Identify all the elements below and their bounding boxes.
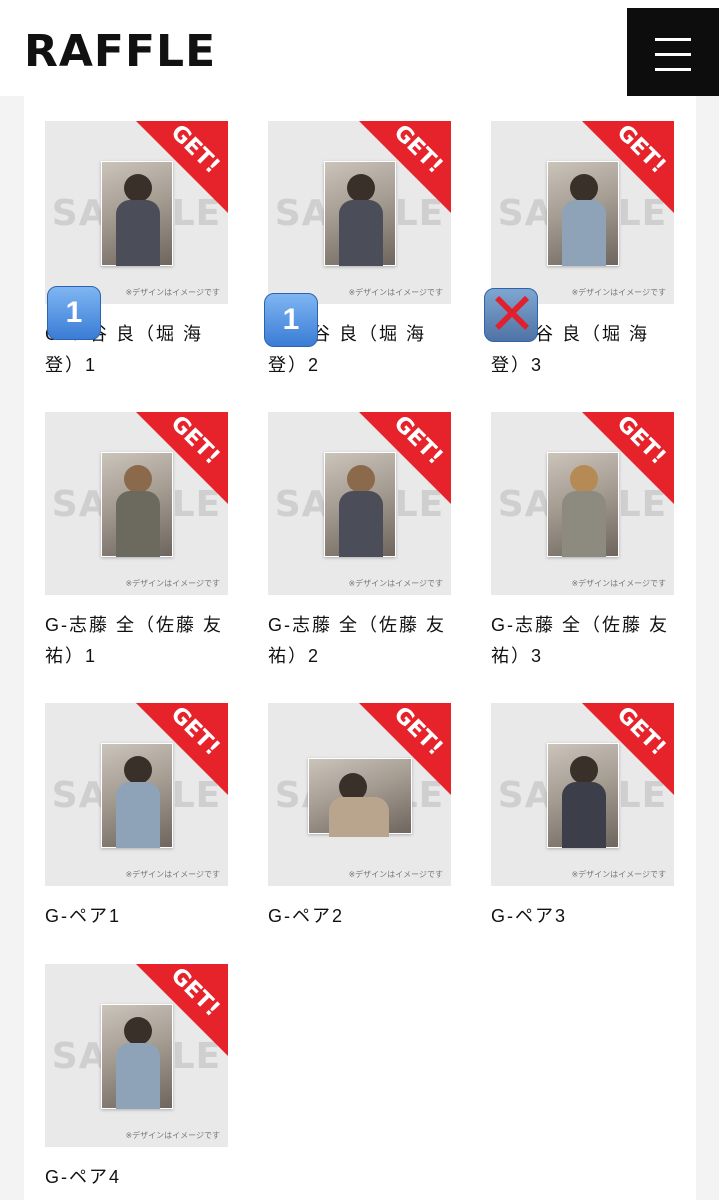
design-note: ※デザインはイメージです xyxy=(348,579,443,588)
design-note: ※デザインはイメージです xyxy=(348,870,443,879)
item-label: G-ペア3 xyxy=(491,906,568,926)
item-grid: SAMPLE ※デザインはイメージです GET! G-ソ谷 良（堀 海登）1 S… xyxy=(24,96,696,1200)
cross-mark: ✕ xyxy=(487,282,537,347)
item-card[interactable]: SAMPLE ※デザインはイメージです GET! G-ソ谷 良（堀 海登）1 xyxy=(45,121,228,381)
keycap-1-icon: 1 xyxy=(264,293,318,347)
hamburger-line xyxy=(655,53,691,56)
item-thumbnail[interactable]: SAMPLE ※デザインはイメージです GET! xyxy=(268,703,451,886)
hamburger-line xyxy=(655,68,691,71)
item-thumbnail[interactable]: SAMPLE ※デザインはイメージです GET! xyxy=(45,412,228,595)
hamburger-menu-icon xyxy=(655,38,691,41)
item-label: G-志藤 全（佐藤 友祐）3 xyxy=(491,615,669,666)
item-thumbnail[interactable]: SAMPLE ※デザインはイメージです GET! xyxy=(491,412,674,595)
item-card[interactable]: SAMPLE ※デザインはイメージです GET! G-ペア4 xyxy=(45,964,228,1193)
badge-number: 1 xyxy=(65,296,83,329)
keycap-1-icon: 1 xyxy=(47,286,101,340)
item-card[interactable]: SAMPLE ※デザインはイメージです GET! G-志藤 全（佐藤 友祐）3 xyxy=(491,412,674,672)
cross-mark-icon: ✕ xyxy=(484,283,538,347)
raffle-logo[interactable]: RAFFLE xyxy=(24,28,216,76)
item-card[interactable]: SAMPLE ※デザインはイメージです GET! G-志藤 全（佐藤 友祐）2 xyxy=(268,412,451,672)
hamburger-menu-button[interactable] xyxy=(627,8,719,96)
item-label: G-ペア4 xyxy=(45,1167,122,1187)
item-card[interactable]: SAMPLE ※デザインはイメージです GET! G-ペア2 xyxy=(268,703,451,932)
item-card[interactable]: SAMPLE ※デザインはイメージです GET! G-ペア3 xyxy=(491,703,674,932)
item-label: G-ペア2 xyxy=(268,906,345,926)
design-note: ※デザインはイメージです xyxy=(571,579,666,588)
item-label: G-志藤 全（佐藤 友祐）2 xyxy=(268,615,446,666)
item-thumbnail[interactable]: SAMPLE ※デザインはイメージです GET! xyxy=(45,121,228,304)
site-header: RAFFLE xyxy=(0,0,719,96)
item-label: G-ペア1 xyxy=(45,906,122,926)
design-note: ※デザインはイメージです xyxy=(571,870,666,879)
design-note: ※デザインはイメージです xyxy=(125,870,220,879)
item-thumbnail[interactable]: SAMPLE ※デザインはイメージです GET! xyxy=(45,703,228,886)
design-note: ※デザインはイメージです xyxy=(125,579,220,588)
item-card[interactable]: SAMPLE ※デザインはイメージです GET! G-志藤 全（佐藤 友祐）1 xyxy=(45,412,228,672)
item-thumbnail[interactable]: SAMPLE ※デザインはイメージです GET! xyxy=(268,412,451,595)
item-thumbnail[interactable]: SAMPLE ※デザインはイメージです GET! xyxy=(45,964,228,1147)
item-thumbnail[interactable]: SAMPLE ※デザインはイメージです GET! xyxy=(268,121,451,304)
item-label: G-志藤 全（佐藤 友祐）1 xyxy=(45,615,223,666)
item-thumbnail[interactable]: SAMPLE ※デザインはイメージです GET! xyxy=(491,703,674,886)
design-note: ※デザインはイメージです xyxy=(125,288,220,297)
badge-number: 1 xyxy=(282,303,300,336)
design-note: ※デザインはイメージです xyxy=(571,288,666,297)
item-card[interactable]: SAMPLE ※デザインはイメージです GET! G-ペア1 xyxy=(45,703,228,932)
item-thumbnail[interactable]: SAMPLE ※デザインはイメージです GET! xyxy=(491,121,674,304)
design-note: ※デザインはイメージです xyxy=(348,288,443,297)
design-note: ※デザインはイメージです xyxy=(125,1131,220,1140)
